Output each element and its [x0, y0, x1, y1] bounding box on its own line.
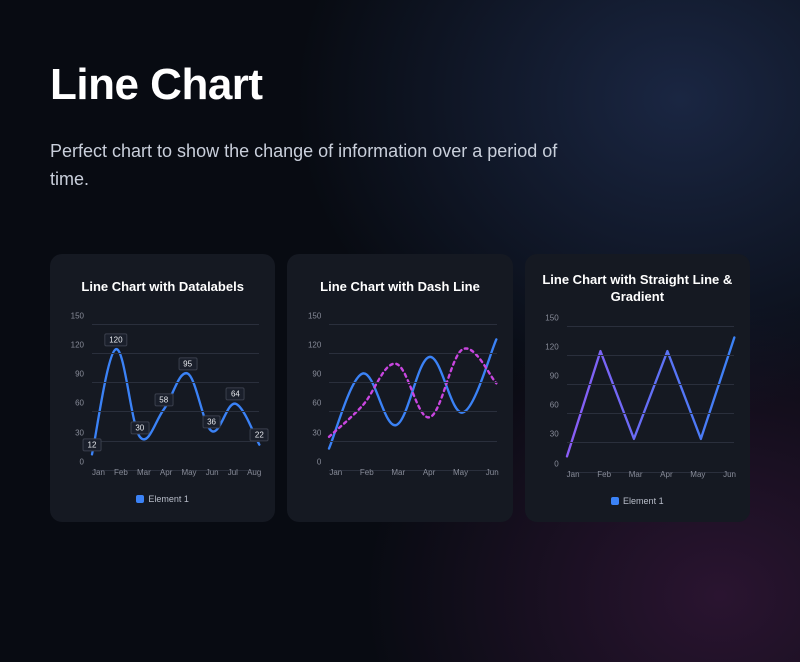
chart-legend: Element 1: [64, 494, 261, 504]
data-label: 36: [202, 415, 221, 428]
grid-line: [567, 355, 734, 356]
chart-area: 0306090120150 12120305895366422 JanFebMa…: [64, 316, 261, 486]
chart-area: 0306090120150 JanFebMarAprMayJun: [301, 316, 498, 486]
y-tick-label: 0: [554, 459, 558, 468]
chart-card-dashline: Line Chart with Dash Line 0306090120150 …: [287, 254, 512, 522]
y-tick-label: 0: [317, 457, 321, 466]
chart-title: Line Chart with Straight Line & Gradient: [539, 272, 736, 306]
y-tick-label: 60: [75, 399, 84, 408]
x-tick-label: Feb: [114, 468, 128, 486]
x-tick-label: Jan: [92, 468, 105, 486]
chart-svg: [567, 322, 734, 468]
y-tick-label: 0: [80, 457, 84, 466]
y-tick-label: 30: [75, 428, 84, 437]
grid-line: [567, 384, 734, 385]
data-label: 22: [250, 429, 269, 442]
x-tick-label: Apr: [160, 468, 172, 486]
legend-label: Element 1: [148, 494, 189, 504]
chart-legend: Element 1: [539, 496, 736, 506]
x-tick-label: Jan: [567, 470, 580, 488]
x-tick-label: Apr: [660, 470, 672, 488]
grid-line: [329, 382, 496, 383]
x-tick-label: Feb: [360, 468, 374, 486]
grid-line: [329, 353, 496, 354]
y-tick-label: 120: [308, 340, 321, 349]
x-tick-label: Apr: [423, 468, 435, 486]
legend-color-icon: [611, 497, 619, 505]
y-tick-label: 120: [545, 342, 558, 351]
x-tick-label: Feb: [597, 470, 611, 488]
data-label: 95: [178, 358, 197, 371]
data-label: 58: [154, 394, 173, 407]
page-subtitle: Perfect chart to show the change of info…: [50, 138, 590, 194]
y-tick-label: 60: [550, 401, 559, 410]
x-tick-label: Jun: [206, 468, 219, 486]
x-tick-label: Mar: [137, 468, 151, 486]
x-tick-label: May: [690, 470, 705, 488]
y-tick-label: 90: [312, 370, 321, 379]
data-label: 64: [226, 388, 245, 401]
y-tick-label: 150: [308, 311, 321, 320]
grid-line: [567, 326, 734, 327]
y-tick-label: 120: [71, 340, 84, 349]
x-tick-label: Aug: [247, 468, 261, 486]
grid-line: [329, 411, 496, 412]
chart-title: Line Chart with Dash Line: [301, 272, 498, 304]
x-tick-label: May: [181, 468, 196, 486]
y-tick-label: 60: [312, 399, 321, 408]
x-tick-label: May: [453, 468, 468, 486]
y-tick-label: 150: [545, 313, 558, 322]
grid-line: [92, 441, 259, 442]
data-label: 120: [104, 333, 127, 346]
x-tick-label: Jun: [486, 468, 499, 486]
x-tick-label: Jan: [329, 468, 342, 486]
legend-color-icon: [136, 495, 144, 503]
grid-line: [329, 441, 496, 442]
chart-area: 0306090120150 JanFebMarAprMayJun: [539, 318, 736, 488]
grid-line: [567, 413, 734, 414]
x-tick-label: Mar: [629, 470, 643, 488]
y-tick-label: 90: [75, 370, 84, 379]
grid-line: [329, 324, 496, 325]
grid-line: [92, 411, 259, 412]
page-title: Line Chart: [50, 60, 750, 110]
y-tick-label: 90: [550, 371, 559, 380]
grid-line: [92, 324, 259, 325]
x-tick-label: Jul: [228, 468, 238, 486]
line-series: [92, 349, 259, 454]
legend-label: Element 1: [623, 496, 664, 506]
chart-title: Line Chart with Datalabels: [64, 272, 261, 304]
x-tick-label: Mar: [391, 468, 405, 486]
line-series: [329, 348, 496, 436]
grid-line: [92, 353, 259, 354]
y-tick-label: 30: [312, 428, 321, 437]
chart-svg: [329, 320, 496, 466]
y-tick-label: 30: [550, 430, 559, 439]
data-label: 30: [130, 421, 149, 434]
chart-card-datalabels: Line Chart with Datalabels 0 30 60 90 120 150…: [50, 254, 275, 522]
y-tick-label: 150: [71, 311, 84, 320]
chart-card-gradient: Line Chart with Straight Line & Gradient…: [525, 254, 750, 522]
grid-line: [92, 382, 259, 383]
chart-cards-row: Line Chart with Datalabels 0306090120150…: [50, 254, 750, 522]
x-tick-label: Jun: [723, 470, 736, 488]
data-label: 12: [83, 438, 102, 451]
grid-line: [567, 442, 734, 443]
